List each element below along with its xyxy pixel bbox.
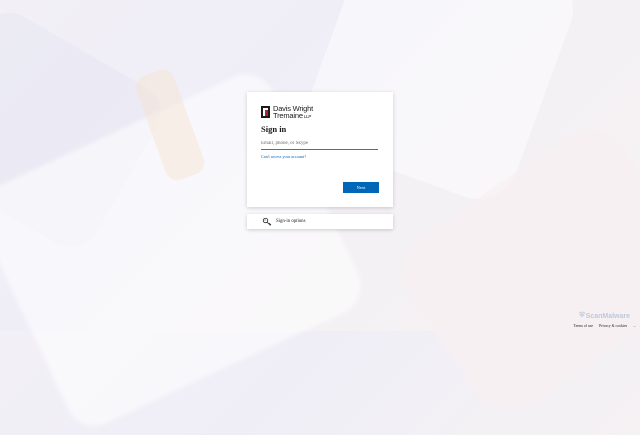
signin-options-label: Sign-in options [276,219,306,224]
watermark-text: ScanMalware [585,312,630,320]
logo-mark-icon [261,106,270,118]
watermark-logo: ⛨ ScanMalware [579,312,630,320]
terms-link[interactable]: Terms of use [574,324,594,328]
logo-suffix: LLP [303,114,312,119]
privacy-link[interactable]: Privacy & cookies [599,324,627,328]
logo-wordmark: Davis Wright TremaineLLP [273,105,313,120]
watermark-icon: ⛨ [579,312,585,319]
logo-line2: TremaineLLP [273,111,313,120]
page-title: Sign in [261,124,287,134]
cant-access-link[interactable]: Can't access your account? [261,154,306,159]
next-button[interactable]: Next [343,182,379,193]
logo-line2-text: Tremaine [273,111,303,120]
background-shape [386,113,640,427]
signin-card: Davis Wright TremaineLLP Sign in Can't a… [247,92,393,207]
company-logo: Davis Wright TremaineLLP [261,105,313,120]
key-icon [262,217,272,226]
email-field[interactable] [261,138,378,150]
background-shape [132,66,208,184]
background-shape [0,2,172,258]
footer: Terms of use Privacy & cookies ... [574,324,636,328]
signin-options-button[interactable]: Sign-in options [247,214,393,229]
more-options-link[interactable]: ... [633,324,636,328]
